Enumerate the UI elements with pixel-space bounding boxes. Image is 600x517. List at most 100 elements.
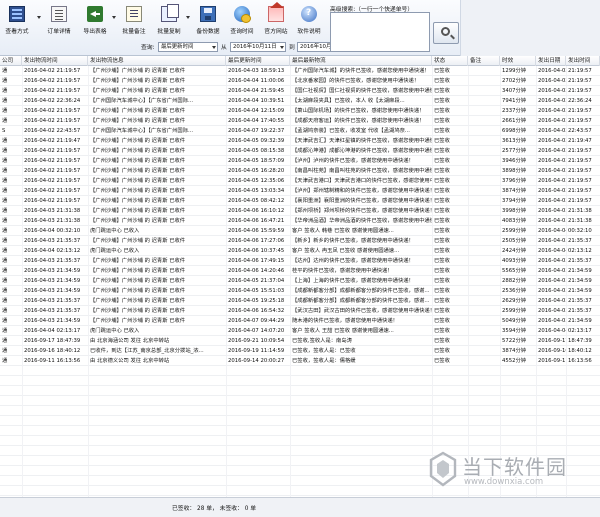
- cell-status: 已签收: [434, 348, 450, 354]
- column-header-remark[interactable]: 备注: [468, 56, 500, 66]
- backup-data-button[interactable]: 备份数据: [193, 4, 223, 38]
- cell-sent-date: 2016-09-17: [538, 338, 566, 344]
- export-dropdown-icon[interactable]: [112, 16, 116, 19]
- cell-status: 已签收: [434, 128, 450, 134]
- table-row[interactable]: 通 2016-04-03 21:34:59 【广州沙埔】广州沙埔 的 迟青斯 已收件…: [0, 266, 600, 276]
- cell-duration: 4552分钟: [502, 358, 527, 364]
- cell-sent-clock: 21:19:57: [568, 198, 592, 204]
- batch-copy-button[interactable]: 批量复制: [154, 4, 184, 38]
- cell-remark: [468, 156, 500, 166]
- cell-sent-date: 2016-04-02: [538, 188, 566, 194]
- cell-sent-time: 2016-04-02 21:19:57: [24, 108, 81, 114]
- batch-note-button[interactable]: 批量备注: [119, 4, 149, 38]
- watermark-url: www.downxia.com: [464, 477, 544, 487]
- cell-remark: [468, 166, 500, 176]
- table-row[interactable]: 通 2016-04-02 21:19:57 【广州沙埔】广州沙埔 的 迟青斯 已收件…: [0, 196, 600, 206]
- cell-last-info: 【广州国际汽车城】的快件已签收，感谢您使用中通快递！: [292, 68, 430, 74]
- chevron-down-icon: [280, 46, 284, 49]
- table-row[interactable]: 通 2016-04-03 21:35:37 【广州沙埔】广州沙埔 的 迟青斯 已收件…: [0, 236, 600, 246]
- table-row[interactable]: 通 2016-04-02 21:19:57 【广州沙埔】广州沙埔 的 迟青斯 已收件…: [0, 166, 600, 176]
- cell-status: 已签收: [434, 188, 450, 194]
- table-row[interactable]: 通 2016-04-02 21:19:47 【广州沙埔】广州沙埔 的 迟青斯 已收件…: [0, 136, 600, 146]
- table-row[interactable]: 通 2016-04-03 21:34:59 【广州沙埔】广州沙埔 的 迟青斯 已收件…: [0, 286, 600, 296]
- copy-dropdown-icon[interactable]: [186, 16, 190, 19]
- cell-last-update-time: 2016-04-06 17:27:06: [228, 238, 285, 244]
- table-row[interactable]: 通 2016-04-03 21:31:38 【广州沙埔】广州沙埔 的 迟青斯 已收件…: [0, 216, 600, 226]
- table-row[interactable]: 通 2016-04-02 21:19:57 【广州沙埔】广州沙埔 的 迟青斯 已收件…: [0, 116, 600, 126]
- cell-last-update-time: 2016-09-21 10:09:54: [228, 338, 285, 344]
- query-label: 查询:: [141, 45, 155, 51]
- cell-remark: [468, 206, 500, 216]
- cell-sent-time: 2016-04-02 22:43:57: [24, 128, 81, 134]
- table-row[interactable]: 通 2016-04-04 02:13:17 虎门跳运中心 已收入 2016-04-07…: [0, 326, 600, 336]
- cell-remark: [468, 106, 500, 116]
- column-header-last-info[interactable]: 最后最新物流: [290, 56, 432, 66]
- table-row[interactable]: 通 2016-09-17 18:47:39 由 北京海涵公司 发往 北京中转站 201…: [0, 336, 600, 346]
- table-row[interactable]: 通 2016-04-03 21:34:59 【广州沙埔】广州沙埔 的 迟青斯 已收件…: [0, 316, 600, 326]
- cell-sent-clock: 21:19:57: [568, 108, 592, 114]
- view-mode-dropdown-icon[interactable]: [37, 16, 41, 19]
- cell-last-update-time: 2016-04-04 12:15:09: [228, 108, 285, 114]
- table-row[interactable]: 通 2016-04-03 21:35:37 【广州沙埔】广州沙埔 的 迟青斯 已收件…: [0, 256, 600, 266]
- column-header-duration[interactable]: 时效: [500, 56, 536, 66]
- table-row[interactable]: 通 2016-04-04 02:13:12 虎门跳运中心 已收入 2016-04-06…: [0, 246, 600, 256]
- column-header-last-update-time[interactable]: 最后更新时间: [226, 56, 290, 66]
- cell-last-update-time: 2016-04-06 15:59:59: [228, 228, 285, 234]
- table-row[interactable]: 通 2016-04-02 22:36:24 【广州国际汽车城中心】【广东省广州国际.…: [0, 96, 600, 106]
- table-row[interactable]: 通 2016-04-02 21:19:57 【广州沙埔】广州沙埔 的 迟青斯 已收件…: [0, 186, 600, 196]
- table-row[interactable]: 通 2016-04-02 21:19:57 【广州沙埔】广州沙埔 的 迟青斯 已收件…: [0, 146, 600, 156]
- column-header-status[interactable]: 状态: [432, 56, 468, 66]
- cell-last-update-time: 2016-04-03 18:59:13: [228, 68, 285, 74]
- cell-remark: [468, 76, 500, 86]
- cell-sent-date: 2016-04-03: [538, 278, 566, 284]
- column-divider: [22, 66, 23, 497]
- cell-sent-time: 2016-04-03 21:34:59: [24, 318, 81, 324]
- column-header-company[interactable]: 公司: [0, 56, 22, 66]
- cell-company: 通: [2, 78, 8, 84]
- table-row[interactable]: 通 2016-04-03 21:34:59 【广州沙埔】广州沙埔 的 迟青斯 已收件…: [0, 276, 600, 286]
- view-mode-button[interactable]: 查看方式: [2, 4, 32, 38]
- cell-company: 通: [2, 208, 8, 214]
- table-row[interactable]: 通 2016-04-02 21:19:57 【广州沙埔】广州沙埔 的 迟青斯 已收件…: [0, 66, 600, 76]
- table-row[interactable]: 通 2016-04-02 21:19:57 【广州沙埔】广州沙埔 的 迟青斯 已收件…: [0, 76, 600, 86]
- query-type-select[interactable]: 最后更新时间: [158, 42, 218, 52]
- table-row[interactable]: 通 2016-04-03 21:31:38 【广州沙埔】广州沙埔 的 迟青斯 已收件…: [0, 206, 600, 216]
- export-arrow-icon: [87, 6, 103, 22]
- table-row[interactable]: 通 2016-09-11 16:13:56 由 北京德义公司 发往 北京中转站 201…: [0, 356, 600, 366]
- advanced-search-input[interactable]: [330, 12, 430, 52]
- empty-row: [0, 416, 600, 426]
- column-header-sent-clock[interactable]: 发出时间: [566, 56, 600, 66]
- table-row[interactable]: 通 2016-04-04 00:32:10 虎门跳运中心 已收入 2016-04-06…: [0, 226, 600, 236]
- query-time-button[interactable]: 查询时间: [227, 4, 257, 38]
- export-table-button[interactable]: 导出表格: [80, 4, 110, 38]
- column-header-sent-info[interactable]: 发出物流信息: [88, 56, 226, 66]
- order-detail-button[interactable]: 订单详情: [44, 4, 74, 38]
- table-row[interactable]: 通 2016-04-02 21:19:57 【广州沙埔】广州沙埔 的 迟青斯 已收件…: [0, 156, 600, 166]
- cell-sent-info: 【广州沙埔】广州沙埔 的 迟青斯 已收件: [90, 258, 186, 264]
- table-row[interactable]: 通 2016-04-02 21:19:57 【广州沙埔】广州沙埔 的 迟青斯 已收件…: [0, 106, 600, 116]
- cell-sent-date: 2016-04-03: [538, 218, 566, 224]
- cell-last-info: 【襄阳重洲】襄阳重洲的快件已签收，感谢您使用中通快递！: [292, 198, 432, 204]
- watermark: 当下软件园 www.downxia.com: [428, 447, 593, 495]
- table-row[interactable]: 通 2016-04-03 21:35:37 【广州沙埔】广州沙埔 的 迟青斯 已收件…: [0, 296, 600, 306]
- column-header-sent-date[interactable]: 发出日期: [536, 56, 566, 66]
- table-row[interactable]: 通 2016-04-02 21:19:57 【广州沙埔】广州沙埔 的 迟青斯 已收件…: [0, 176, 600, 186]
- advanced-search-button[interactable]: [433, 22, 459, 44]
- table-row[interactable]: S 2016-04-02 22:43:57 【广州国际汽车城中心】【广东省广州国际.…: [0, 126, 600, 136]
- table-row[interactable]: 通 2016-04-02 21:19:57 【广州沙埔】广州沙埔 的 迟青斯 已收件…: [0, 86, 600, 96]
- from-date-picker[interactable]: 2016年10月11日: [230, 42, 286, 52]
- cell-company: 通: [2, 198, 8, 204]
- cell-status: 已签收: [434, 238, 450, 244]
- tracking-table: 公司 发出物流时间 发出物流信息 最后更新时间 最后最新物流 状态 备注 时效 发出日期 发出时间…: [0, 56, 600, 497]
- cell-remark: [468, 236, 500, 246]
- official-site-button[interactable]: 官方网站: [261, 2, 291, 38]
- table-row[interactable]: 通 2016-04-03 21:35:37 【广州沙埔】广州沙埔 的 迟青斯 已收件…: [0, 306, 600, 316]
- cell-duration: 2882分钟: [502, 278, 527, 284]
- software-help-button[interactable]: 软件说明: [294, 4, 324, 38]
- cell-remark: [468, 266, 500, 276]
- table-row[interactable]: 通 2016-09-16 18:40:12 已收件，到达【江苏_南京总部_北京分拨站…: [0, 346, 600, 356]
- column-header-sent-time[interactable]: 发出物流时间: [22, 56, 88, 66]
- cell-status: 已签收: [434, 318, 450, 324]
- watermark-logo-icon: [429, 451, 457, 487]
- globe-icon: [234, 6, 251, 23]
